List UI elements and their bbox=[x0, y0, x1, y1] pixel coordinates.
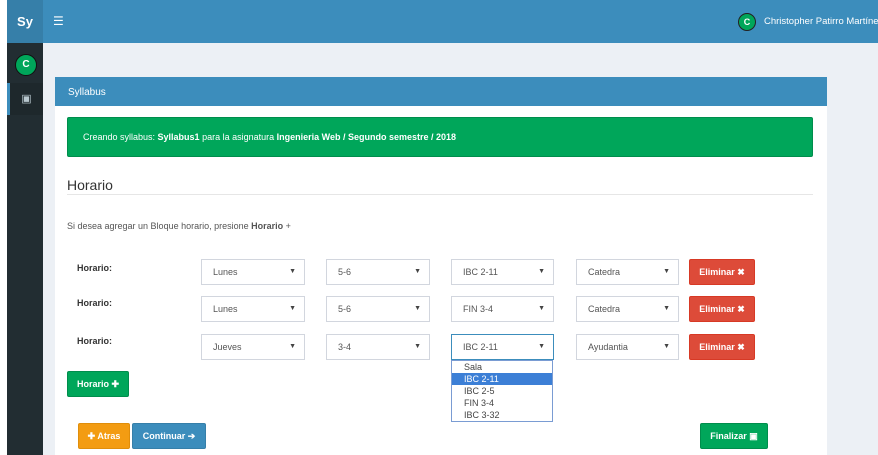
caret-down-icon: ▼ bbox=[414, 305, 421, 312]
sidebar-avatar: C bbox=[15, 54, 37, 76]
room-select[interactable]: IBC 2-11 ▼ bbox=[451, 334, 554, 360]
alert-middle: para la asignatura bbox=[199, 132, 277, 142]
room-value: IBC 2-11 bbox=[463, 342, 498, 352]
dropdown-option[interactable]: Sala bbox=[452, 361, 552, 373]
block-value: 5-6 bbox=[338, 267, 352, 277]
section-divider bbox=[67, 194, 813, 195]
dropdown-option-selected[interactable]: IBC 2-11 bbox=[452, 373, 552, 385]
day-value: Lunes bbox=[213, 267, 238, 277]
sidebar-item-calendar[interactable]: ▣ bbox=[7, 83, 43, 115]
caret-down-icon: ▼ bbox=[663, 305, 670, 312]
sidebar: C ▣ bbox=[7, 43, 43, 455]
calendar-icon: ▣ bbox=[21, 93, 32, 105]
hint-suffix: + bbox=[283, 221, 291, 231]
caret-down-icon: ▼ bbox=[289, 305, 296, 312]
brand-logo[interactable]: Sy bbox=[7, 0, 43, 43]
delete-row-button[interactable]: Eliminar ✖ bbox=[689, 334, 755, 360]
top-navbar: Sy ☰ C Christopher Patirro Martínez bbox=[7, 0, 878, 43]
delete-row-button[interactable]: Eliminar ✖ bbox=[689, 259, 755, 285]
room-select[interactable]: FIN 3-4 ▼ bbox=[451, 296, 554, 322]
hamburger-icon[interactable]: ☰ bbox=[53, 0, 64, 43]
success-alert: Creando syllabus: Syllabus1 para la asig… bbox=[67, 117, 813, 157]
day-select[interactable]: Lunes ▼ bbox=[201, 259, 305, 285]
dropdown-option[interactable]: FIN 3-4 bbox=[452, 397, 552, 409]
caret-down-icon: ▼ bbox=[663, 343, 670, 350]
room-value: FIN 3-4 bbox=[463, 304, 494, 314]
block-value: 5-6 bbox=[338, 304, 352, 314]
add-horario-button[interactable]: Horario ✚ bbox=[67, 371, 129, 397]
box-title: Syllabus bbox=[55, 80, 827, 106]
room-value: IBC 2-11 bbox=[463, 267, 498, 277]
dropdown-option[interactable]: IBC 2-5 bbox=[452, 385, 552, 397]
type-select[interactable]: Catedra ▼ bbox=[576, 296, 679, 322]
caret-down-icon: ▼ bbox=[538, 305, 545, 312]
block-value: 3-4 bbox=[338, 342, 352, 352]
caret-down-icon: ▼ bbox=[414, 268, 421, 275]
type-select[interactable]: Catedra ▼ bbox=[576, 259, 679, 285]
delete-row-button[interactable]: Eliminar ✖ bbox=[689, 296, 755, 322]
section-title: Horario bbox=[67, 177, 113, 193]
caret-down-icon: ▼ bbox=[289, 268, 296, 275]
room-dropdown-list: Sala IBC 2-11 IBC 2-5 FIN 3-4 IBC 3-32 bbox=[451, 360, 553, 422]
type-select[interactable]: Ayudantia ▼ bbox=[576, 334, 679, 360]
block-select[interactable]: 5-6 ▼ bbox=[326, 296, 430, 322]
caret-down-icon: ▼ bbox=[289, 343, 296, 350]
type-value: Catedra bbox=[588, 304, 621, 314]
alert-prefix: Creando syllabus: bbox=[83, 132, 158, 142]
caret-down-icon: ▼ bbox=[663, 268, 670, 275]
dropdown-option[interactable]: IBC 3-32 bbox=[452, 409, 552, 421]
row-label: Horario: bbox=[77, 336, 113, 346]
type-value: Catedra bbox=[588, 267, 621, 277]
alert-syllabus-name: Syllabus1 bbox=[157, 132, 200, 142]
caret-down-icon: ▼ bbox=[538, 343, 545, 350]
room-select[interactable]: IBC 2-11 ▼ bbox=[451, 259, 554, 285]
user-avatar: C bbox=[738, 12, 756, 31]
hint-text: Si desea agregar un Bloque horario, pres… bbox=[67, 221, 291, 231]
hint-strong: Horario bbox=[251, 221, 284, 231]
day-select[interactable]: Lunes ▼ bbox=[201, 296, 305, 322]
block-select[interactable]: 5-6 ▼ bbox=[326, 259, 430, 285]
syllabus-box: Syllabus Creando syllabus: Syllabus1 par… bbox=[55, 77, 827, 455]
day-value: Lunes bbox=[213, 304, 238, 314]
caret-down-icon: ▼ bbox=[538, 268, 545, 275]
type-value: Ayudantia bbox=[588, 342, 628, 352]
finish-button[interactable]: Finalizar ▣ bbox=[700, 423, 768, 449]
caret-down-icon: ▼ bbox=[414, 343, 421, 350]
block-select[interactable]: 3-4 ▼ bbox=[326, 334, 430, 360]
back-button[interactable]: ✚ Atras bbox=[78, 423, 130, 449]
continue-button[interactable]: Continuar ➔ bbox=[132, 423, 206, 449]
day-value: Jueves bbox=[213, 342, 242, 352]
user-menu[interactable]: C Christopher Patirro Martínez bbox=[738, 0, 878, 43]
day-select[interactable]: Jueves ▼ bbox=[201, 334, 305, 360]
user-name: Christopher Patirro Martínez bbox=[764, 16, 878, 27]
row-label: Horario: bbox=[77, 263, 113, 273]
row-label: Horario: bbox=[77, 298, 113, 308]
hint-prefix: Si desea agregar un Bloque horario, pres… bbox=[67, 221, 252, 231]
alert-course: Ingenieria Web / Segundo semestre / 2018 bbox=[276, 132, 457, 142]
main-content: Syllabus Creando syllabus: Syllabus1 par… bbox=[43, 43, 878, 455]
